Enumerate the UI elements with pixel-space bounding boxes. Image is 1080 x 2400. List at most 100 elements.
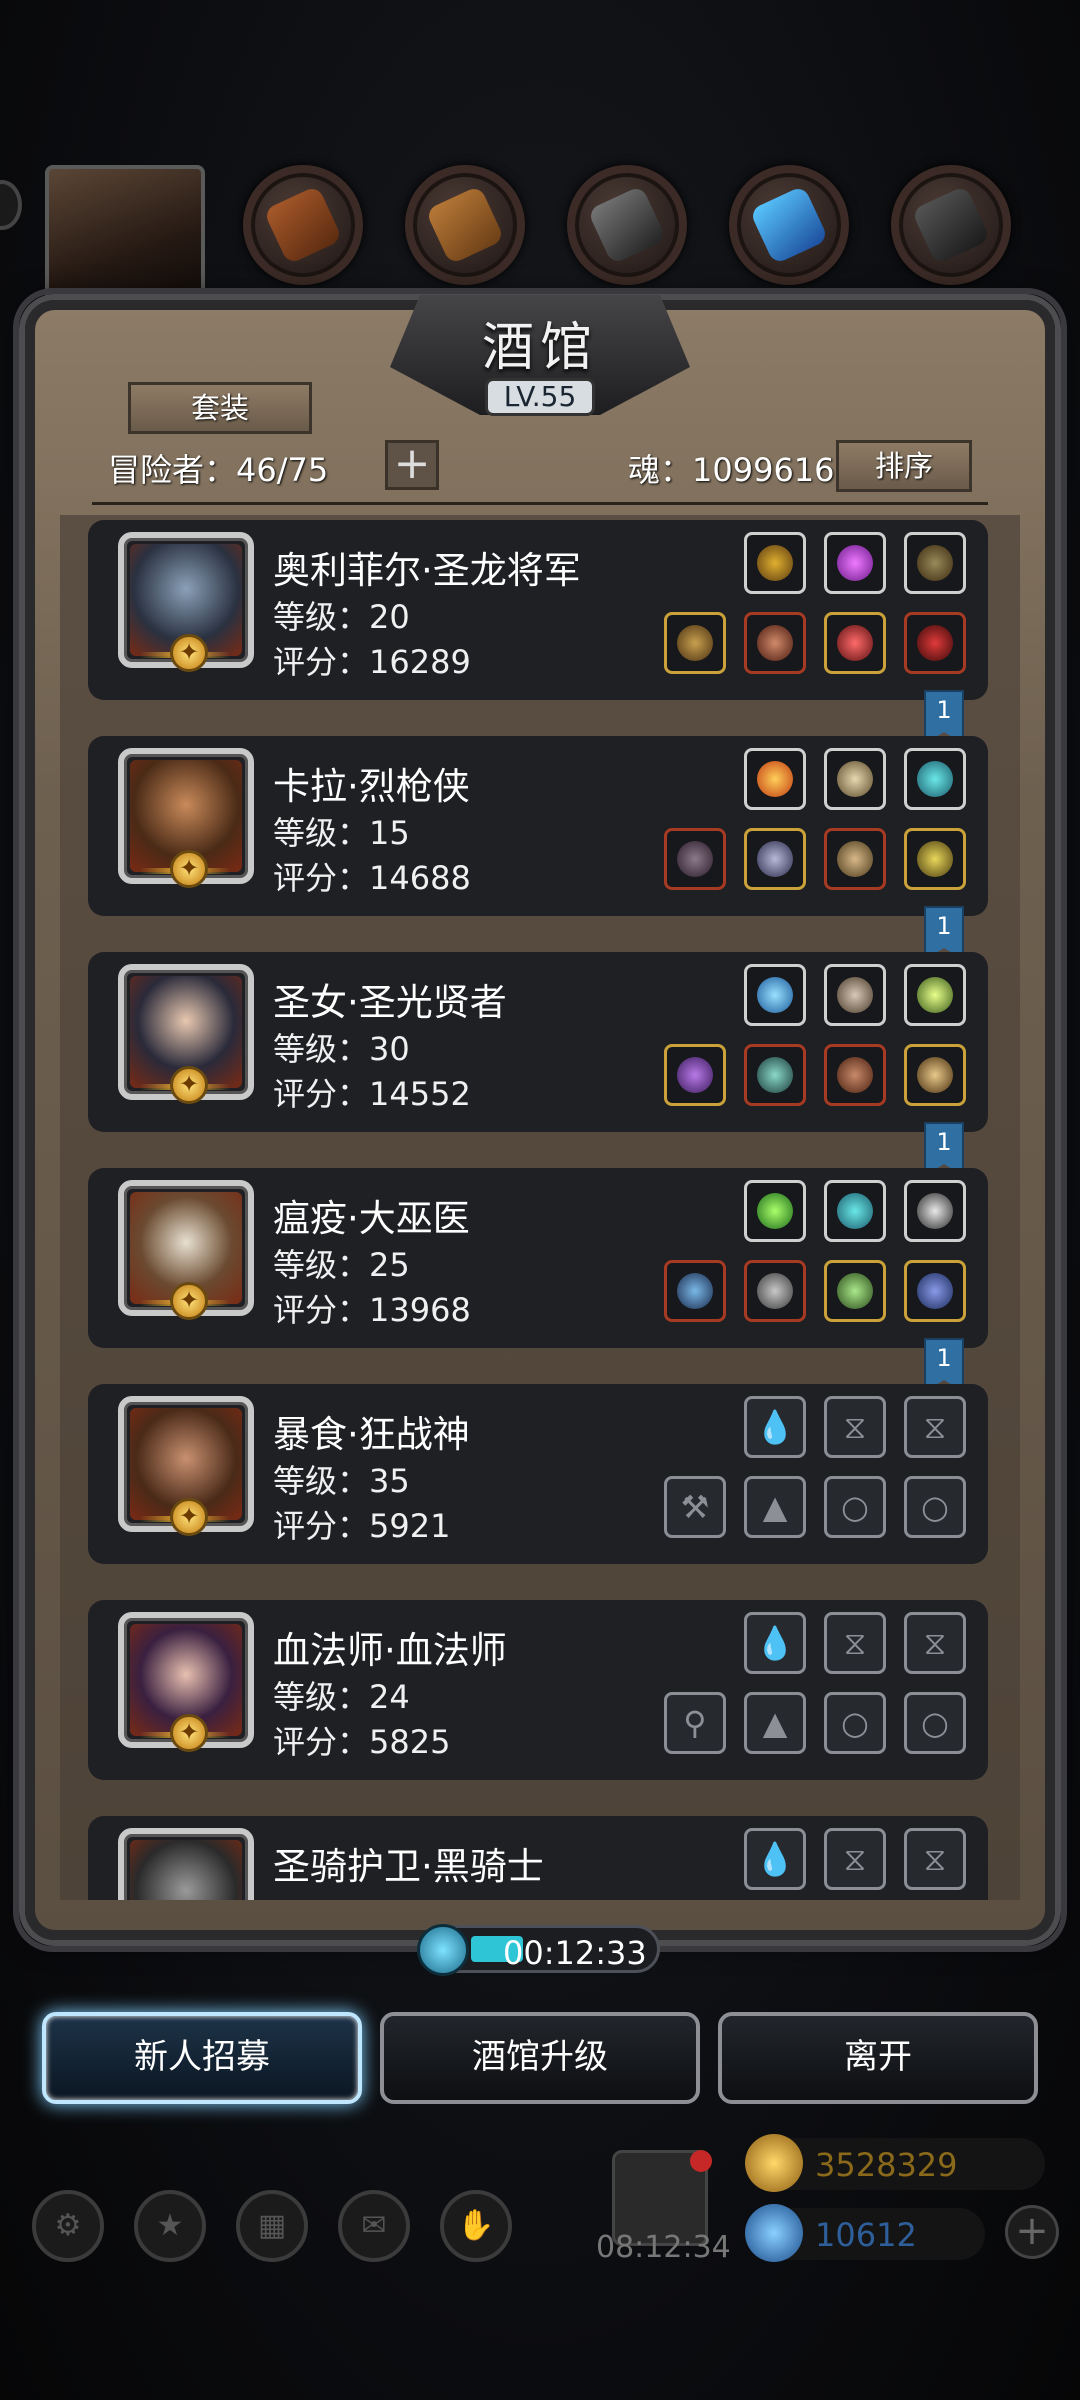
empty-hourglass-slot-icon[interactable]: ⧖ <box>904 1396 966 1458</box>
empty-ring-slot-icon[interactable]: ○ <box>904 1692 966 1754</box>
top-resource-bar: 26491 2574 2 698010 <box>0 160 1080 318</box>
hero-card[interactable]: ✦ 卡拉·烈枪侠 等级：15 评分：14688 <box>88 736 988 916</box>
teal-stone-slot-icon[interactable] <box>904 748 966 810</box>
empty-ring-slot-icon[interactable]: ○ <box>824 1476 886 1538</box>
tavern-upgrade-button[interactable]: 酒馆升级 <box>380 2012 700 2104</box>
gold-value: 3528329 <box>815 2146 958 2184</box>
add-adventurer-slot-button[interactable]: + <box>385 440 439 490</box>
empty-ring-slot-icon[interactable]: ○ <box>904 1476 966 1538</box>
horn-slot-icon[interactable] <box>824 748 886 810</box>
chest-armor-slot-icon[interactable] <box>744 1260 806 1322</box>
necklace-slot-icon[interactable] <box>824 612 886 674</box>
hero-card[interactable]: ✦ 奥利菲尔·圣龙将军 等级：20 评分：16289 <box>88 520 988 700</box>
hero-card[interactable]: ✦ 暴食·狂战神 等级：35 评分：5921 💧 ⧖ ⧖ ⚒ ▲ ○ ○ <box>88 1384 988 1564</box>
staff-slot-icon[interactable] <box>664 1044 726 1106</box>
fire-orb-slot-icon[interactable] <box>744 748 806 810</box>
hero-star-badge: ✦ <box>140 848 236 892</box>
hero-portrait <box>118 1828 254 1900</box>
green-crystal-slot-icon[interactable] <box>744 1180 806 1242</box>
mask-slot-icon[interactable] <box>904 1044 966 1106</box>
add-gems-button[interactable]: + <box>1005 2205 1059 2259</box>
hero-level: 等级：15 <box>273 814 410 852</box>
adventurer-count: 冒险者：46/75 <box>108 451 329 489</box>
blue-orb-slot-icon[interactable] <box>744 964 806 1026</box>
empty-axe-slot-icon[interactable]: ⚒ <box>664 1476 726 1538</box>
plank-resource-icon[interactable] <box>405 165 525 285</box>
panel-title: 酒馆 <box>481 318 598 378</box>
hero-level: 等级：25 <box>273 1246 410 1284</box>
hero-level: 等级：30 <box>273 1030 410 1068</box>
wand-slot-icon[interactable] <box>664 1260 726 1322</box>
header-divider <box>92 502 988 505</box>
hero-card[interactable]: ✦ 血法师·血法师 等级：24 评分：5825 💧 ⧖ ⧖ ⚲ ▲ ○ ○ <box>88 1600 988 1780</box>
lantern-slot-icon[interactable] <box>904 964 966 1026</box>
empty-armor-slot-icon[interactable]: ▲ <box>744 1476 806 1538</box>
empty-drop-slot-icon[interactable]: 💧 <box>744 1828 806 1890</box>
shield-slot-icon[interactable] <box>824 828 886 890</box>
hero-name: 圣女·圣光贤者 <box>273 981 507 1024</box>
hero-name: 卡拉·烈枪侠 <box>273 765 470 808</box>
handshake-icon[interactable]: ✋ <box>440 2190 512 2262</box>
gold-coin-icon <box>745 2134 803 2192</box>
hero-card[interactable]: 圣骑护卫·黑骑士 💧 ⧖ ⧖ <box>88 1816 988 1900</box>
map-icon[interactable]: ▦ <box>236 2190 308 2262</box>
player-portrait[interactable] <box>45 165 205 315</box>
empty-drop-slot-icon[interactable]: 💧 <box>744 1612 806 1674</box>
settings-gear-icon[interactable]: ⚙ <box>32 2190 104 2262</box>
helmet-slot-icon[interactable] <box>744 532 806 594</box>
hero-card[interactable]: ✦ 瘟疫·大巫医 等级：25 评分：13968 <box>88 1168 988 1348</box>
hero-score: 评分：14688 <box>273 859 471 897</box>
empty-staff-slot-icon[interactable]: ⚲ <box>664 1692 726 1754</box>
mail-icon[interactable]: ✉ <box>338 2190 410 2262</box>
rifle-slot-icon[interactable] <box>664 828 726 890</box>
empty-hourglass-slot-icon[interactable]: ⧖ <box>904 1828 966 1890</box>
tome-slot-icon[interactable] <box>824 1044 886 1106</box>
armor-slot-icon[interactable] <box>744 612 806 674</box>
hero-star-badge: ✦ <box>140 1496 236 1540</box>
gem-counter: 10612 <box>745 2204 985 2262</box>
shoulder-armor-slot-icon[interactable] <box>744 828 806 890</box>
hero-score: 评分：5825 <box>273 1723 451 1761</box>
hero-score: 评分：14552 <box>273 1075 471 1113</box>
side-chip-icon[interactable] <box>0 180 22 230</box>
empty-armor-slot-icon[interactable]: ▲ <box>744 1692 806 1754</box>
crystal-resource-icon[interactable] <box>729 165 849 285</box>
amulet-slot-icon[interactable] <box>904 1260 966 1322</box>
hero-name: 暴食·狂战神 <box>273 1413 470 1456</box>
ring-slot-icon[interactable] <box>904 612 966 674</box>
hero-list[interactable]: ✦ 奥利菲尔·圣龙将军 等级：20 评分：16289 1 ✦ 卡拉·烈枪侠 等级… <box>60 515 1020 1900</box>
gift-timer: 08:12:34 <box>596 2230 731 2265</box>
rune-slot-icon[interactable] <box>904 1180 966 1242</box>
blue-gem-icon <box>745 2204 803 2262</box>
empty-ring-slot-icon[interactable]: ○ <box>824 1692 886 1754</box>
green-ring-slot-icon[interactable] <box>824 1260 886 1322</box>
empty-hourglass-slot-icon[interactable]: ⧖ <box>824 1612 886 1674</box>
wood-resource-icon[interactable] <box>243 165 363 285</box>
star-medal-icon[interactable]: ★ <box>134 2190 206 2262</box>
leave-button[interactable]: 离开 <box>718 2012 1038 2104</box>
iron-resource-icon[interactable] <box>567 165 687 285</box>
empty-drop-slot-icon[interactable]: 💧 <box>744 1396 806 1458</box>
hero-card[interactable]: ✦ 圣女·圣光贤者 等级：30 评分：14552 <box>88 952 988 1132</box>
hero-score: 评分：13968 <box>273 1291 471 1329</box>
hero-star-badge: ✦ <box>140 1280 236 1324</box>
timer-text: 00:12:33 <box>503 1934 647 1972</box>
sort-button[interactable]: 排序 <box>836 440 972 492</box>
empty-hourglass-slot-icon[interactable]: ⧖ <box>904 1612 966 1674</box>
gauntlet-slot-icon[interactable] <box>904 532 966 594</box>
crossbow-slot-icon[interactable] <box>664 612 726 674</box>
purple-gem-slot-icon[interactable] <box>824 532 886 594</box>
hero-level: 等级：24 <box>273 1678 410 1716</box>
teal-stone-slot-icon[interactable] <box>824 1180 886 1242</box>
stone-resource-icon[interactable] <box>891 165 1011 285</box>
tavern-level-badge: LV.55 <box>485 378 595 416</box>
empty-hourglass-slot-icon[interactable]: ⧖ <box>824 1828 886 1890</box>
pendant-slot-icon[interactable] <box>904 828 966 890</box>
bracer-slot-icon[interactable] <box>824 964 886 1026</box>
recruit-button[interactable]: 新人招募 <box>42 2012 362 2104</box>
hero-star-badge: ✦ <box>140 1064 236 1108</box>
empty-hourglass-slot-icon[interactable]: ⧖ <box>824 1396 886 1458</box>
robe-slot-icon[interactable] <box>744 1044 806 1106</box>
outfit-button[interactable]: 套装 <box>128 382 312 434</box>
hero-level: 等级：35 <box>273 1462 410 1500</box>
